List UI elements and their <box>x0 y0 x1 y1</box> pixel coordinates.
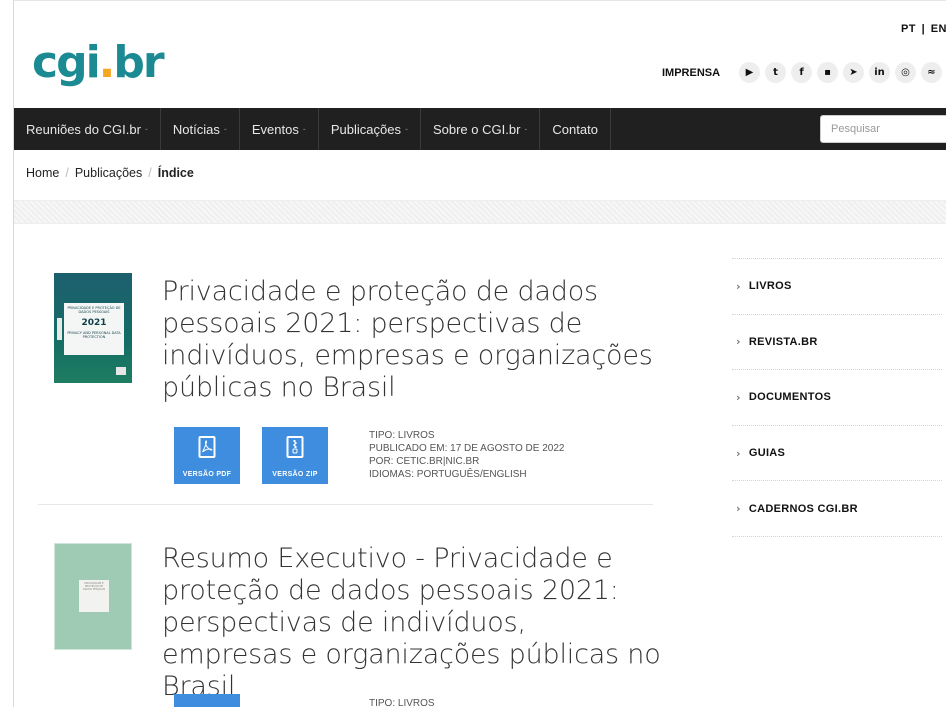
publication-title[interactable]: Privacidade e proteção de dados pessoais… <box>162 276 662 404</box>
sidebar-item-label: GUIAS <box>748 447 786 460</box>
nav-label: Sobre o CGI.br <box>432 121 521 137</box>
breadcrumb-home[interactable]: Home <box>26 166 59 180</box>
nav-label: Publicações <box>330 121 401 137</box>
meta-tipo: TIPO: LIVROS <box>369 430 435 441</box>
nav-label: Notícias <box>172 121 220 137</box>
lang-pt-link[interactable]: PT <box>901 23 916 35</box>
meta-tipo: TIPO: LIVROS <box>369 698 435 707</box>
cover-title: PRIVACIDADE E PROTEÇÃO DE DADOS PESSOAIS <box>79 580 109 612</box>
cover-title-block: PRIVACIDADE E PROTEÇÃO DE DADOS PESSOAIS… <box>64 303 124 355</box>
sidebar-item-livros[interactable]: › LIVROS <box>732 259 942 315</box>
zip-file-icon <box>286 436 304 458</box>
telegram-icon[interactable]: ➤ <box>843 62 864 83</box>
facebook-icon[interactable]: f <box>791 62 812 83</box>
zip-download-button[interactable]: VERSÃO ZIP <box>262 427 328 484</box>
youtube-icon[interactable]: ▶ <box>739 62 760 83</box>
cover-title-en: PRIVACY AND PERSONAL DATA PROTECTION <box>67 331 121 340</box>
sidebar-item-revista[interactable]: › REVISTA.BR <box>732 315 942 371</box>
chevron-down-icon: - <box>302 124 306 134</box>
publication-meta: TIPO: LIVROS PUBLICADO EM: 17 DE AGOSTO … <box>369 429 564 481</box>
linkedin-icon[interactable]: in <box>869 62 890 83</box>
chevron-right-icon: › <box>736 446 741 460</box>
chevron-right-icon: › <box>736 335 741 349</box>
twitter-icon[interactable]: t <box>765 62 786 83</box>
publication-meta: TIPO: LIVROS <box>369 697 435 707</box>
breadcrumb-current: Índice <box>157 166 194 180</box>
publication-cover[interactable]: PRIVACIDADE E PROTEÇÃO DE DADOS PESSOAIS <box>54 543 132 650</box>
chevron-down-icon: - <box>223 124 227 134</box>
flickr-icon[interactable]: ▪ <box>817 62 838 83</box>
meta-publicado: PUBLICADO EM: 17 DE AGOSTO DE 2022 <box>369 443 565 454</box>
cgi-br-logo[interactable]: cgi.br <box>32 41 165 85</box>
chevron-down-icon: - <box>144 124 148 134</box>
chevron-down-icon: - <box>524 124 528 134</box>
nav-item-contato[interactable]: Contato <box>540 108 611 150</box>
pdf-button-label: VERSÃO PDF <box>182 471 232 478</box>
nav-item-sobre[interactable]: Sobre o CGI.br - <box>421 108 541 150</box>
chevron-right-icon: › <box>736 502 741 516</box>
sidebar-item-cadernos[interactable]: › CADERNOS CGI.BR <box>732 481 942 537</box>
site-header: cgi.br PT | EN IMPRENSA ▶ t f ▪ ➤ in ◎ ≈ <box>14 0 946 108</box>
main-nav: Reuniões do CGI.br - Notícias - Eventos - P… <box>14 108 946 150</box>
lang-separator: | <box>921 23 926 35</box>
chevron-right-icon: › <box>736 279 741 293</box>
nav-label: Reuniões do CGI.br <box>26 121 141 137</box>
pdf-download-button[interactable] <box>174 694 240 707</box>
cover-logo <box>116 367 126 375</box>
breadcrumb-separator: / <box>65 166 69 180</box>
sidebar-item-documentos[interactable]: › DOCUMENTOS <box>732 370 942 426</box>
breadcrumb-publicacoes[interactable]: Publicações <box>75 166 142 180</box>
sidebar-item-label: DOCUMENTOS <box>748 391 832 404</box>
chevron-down-icon: - <box>404 124 408 134</box>
publication-title[interactable]: Resumo Executivo - Privacidade e proteçã… <box>162 543 662 703</box>
lang-en-link[interactable]: EN <box>931 23 946 35</box>
nav-item-eventos[interactable]: Eventos - <box>240 108 319 150</box>
publication-cover[interactable]: PRIVACIDADE E PROTEÇÃO DE DADOS PESSOAIS… <box>54 273 132 383</box>
nav-item-publicacoes[interactable]: Publicações - <box>319 108 421 150</box>
nav-label: Eventos <box>251 121 299 137</box>
meta-idiomas: IDIOMAS: PORTUGUÊS/ENGLISH <box>369 469 527 480</box>
search-input[interactable]: Pesquisar <box>820 115 946 143</box>
instagram-icon[interactable]: ◎ <box>895 62 916 83</box>
nav-item-reunioes[interactable]: Reuniões do CGI.br - <box>14 108 161 150</box>
meta-por: POR: CETIC.BR|NIC.BR <box>369 456 480 467</box>
page: cgi.br PT | EN IMPRENSA ▶ t f ▪ ➤ in ◎ ≈… <box>13 0 946 707</box>
pdf-download-button[interactable]: VERSÃO PDF <box>174 427 240 484</box>
nav-label: Contato <box>552 121 598 137</box>
imprensa-link[interactable]: IMPRENSA <box>662 67 720 79</box>
cover-year: 2021 <box>81 318 107 329</box>
language-switcher: PT | EN <box>899 23 946 35</box>
pdf-icon <box>198 436 216 458</box>
sidebar-item-label: REVISTA.BR <box>748 335 818 348</box>
zip-button-label: VERSÃO ZIP <box>272 471 318 478</box>
breadcrumb: Home / Publicações / Índice <box>26 166 194 180</box>
chevron-right-icon: › <box>736 390 741 404</box>
pattern-divider <box>14 200 946 224</box>
sidebar-item-label: LIVROS <box>748 280 792 293</box>
sidebar-item-guias[interactable]: › GUIAS <box>732 426 942 482</box>
breadcrumb-separator: / <box>148 166 152 180</box>
list-divider <box>38 504 653 505</box>
sidebar-item-label: CADERNOS CGI.BR <box>748 502 858 515</box>
rss-icon[interactable]: ≈ <box>921 62 942 83</box>
cover-title: PRIVACIDADE E PROTEÇÃO DE DADOS PESSOAIS <box>67 306 121 315</box>
cover-spine-mark <box>57 318 62 340</box>
category-sidebar: › LIVROS › REVISTA.BR › DOCUMENTOS › GUIAS ›… <box>732 258 942 537</box>
nav-item-noticias[interactable]: Notícias - <box>161 108 240 150</box>
social-links: ▶ t f ▪ ➤ in ◎ ≈ <box>739 62 942 83</box>
